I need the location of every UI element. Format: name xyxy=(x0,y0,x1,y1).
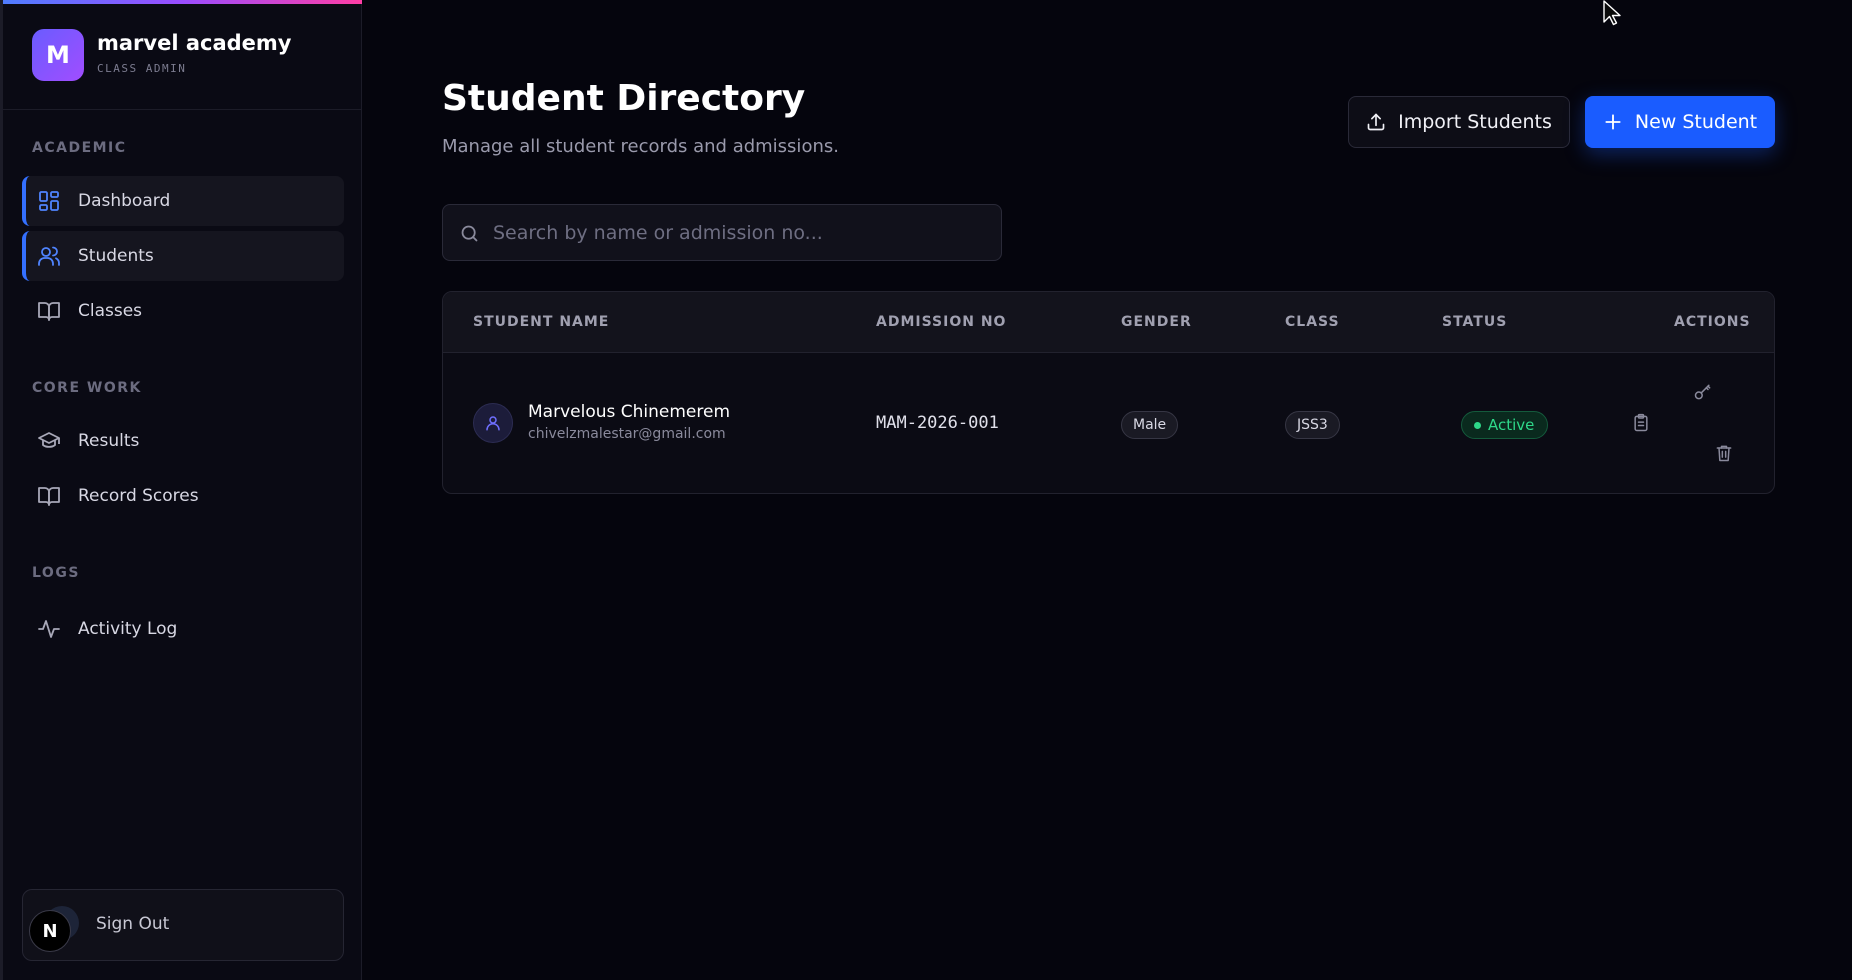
sidebar-item-label: Activity Log xyxy=(78,619,178,639)
sidebar-item-label: Dashboard xyxy=(78,191,171,211)
import-students-button[interactable]: Import Students xyxy=(1348,96,1570,148)
table-header: STUDENT NAME ADMISSION NO GENDER CLASS S… xyxy=(443,292,1774,353)
sidebar-item-label: Classes xyxy=(78,301,143,321)
nav-section-academic: ACADEMIC xyxy=(32,140,127,156)
column-header-student-name: STUDENT NAME xyxy=(473,314,610,330)
sidebar-item-classes[interactable]: Classes xyxy=(22,286,344,336)
page-subtitle: Manage all student records and admission… xyxy=(442,136,839,157)
sidebar-item-dashboard[interactable]: Dashboard xyxy=(22,176,344,226)
sidebar-item-label: Results xyxy=(78,431,140,451)
gender-badge: Male xyxy=(1121,411,1179,439)
brand-name: marvel academy xyxy=(97,31,292,55)
upload-icon xyxy=(1367,113,1385,131)
sign-out-button[interactable]: N Sign Out xyxy=(22,889,344,961)
status-label: Active xyxy=(1488,416,1535,434)
avatar: N xyxy=(29,910,71,952)
search-input[interactable] xyxy=(493,205,993,260)
new-student-label: New Student xyxy=(1634,111,1758,133)
column-header-admission-no: ADMISSION NO xyxy=(876,314,1007,330)
column-header-status: STATUS xyxy=(1442,314,1508,330)
sidebar-item-activity-log[interactable]: Activity Log xyxy=(22,604,344,654)
book-open-icon xyxy=(36,483,62,509)
user-icon xyxy=(486,416,500,431)
status-badge: Active xyxy=(1461,411,1549,439)
sidebar-item-students[interactable]: Students xyxy=(22,231,344,281)
column-header-actions: ACTIONS xyxy=(1674,314,1751,330)
student-email: chivelzmalestar@gmail.com xyxy=(528,426,726,442)
brand-header: M marvel academy CLASS ADMIN xyxy=(3,4,362,110)
column-header-class: CLASS xyxy=(1285,314,1340,330)
nav-section-logs: LOGS xyxy=(32,565,80,581)
new-student-button[interactable]: New Student xyxy=(1585,96,1775,148)
student-avatar xyxy=(473,403,513,443)
table-row[interactable]: Marvelous Chinemerem chivelzmalestar@gma… xyxy=(443,353,1774,493)
page-title: Student Directory xyxy=(442,78,806,119)
nav-section-core-work: CORE WORK xyxy=(32,380,142,396)
plus-icon xyxy=(1605,114,1621,130)
sidebar-item-label: Record Scores xyxy=(78,486,199,506)
mouse-cursor-icon xyxy=(1603,0,1621,26)
search-icon xyxy=(461,225,478,242)
column-header-gender: GENDER xyxy=(1121,314,1192,330)
status-dot xyxy=(1474,421,1481,429)
sidebar-item-label: Students xyxy=(78,246,154,266)
sign-out-label: Sign Out xyxy=(96,914,170,934)
brand-role: CLASS ADMIN xyxy=(97,62,187,75)
sidebar-item-record-scores[interactable]: Record Scores xyxy=(22,471,344,521)
sidebar-item-results[interactable]: Results xyxy=(22,416,344,466)
graduation-cap-icon xyxy=(36,428,62,454)
import-students-label: Import Students xyxy=(1398,111,1552,133)
users-icon xyxy=(36,243,62,269)
clipboard-icon[interactable] xyxy=(1631,413,1651,433)
book-open-icon xyxy=(36,298,62,324)
sidebar: M marvel academy CLASS ADMIN ACADEMIC Da… xyxy=(0,0,362,980)
trash-icon[interactable] xyxy=(1714,443,1734,463)
dashboard-grid-icon xyxy=(36,188,62,214)
key-icon[interactable] xyxy=(1693,382,1713,402)
class-badge: JSS3 xyxy=(1285,411,1340,439)
activity-icon xyxy=(36,616,62,642)
search-box xyxy=(442,204,1002,261)
students-table: STUDENT NAME ADMISSION NO GENDER CLASS S… xyxy=(442,291,1775,494)
admission-number: MAM-2026-001 xyxy=(876,413,999,433)
brand-logo: M xyxy=(32,29,84,81)
student-name: Marvelous Chinemerem xyxy=(528,402,731,422)
